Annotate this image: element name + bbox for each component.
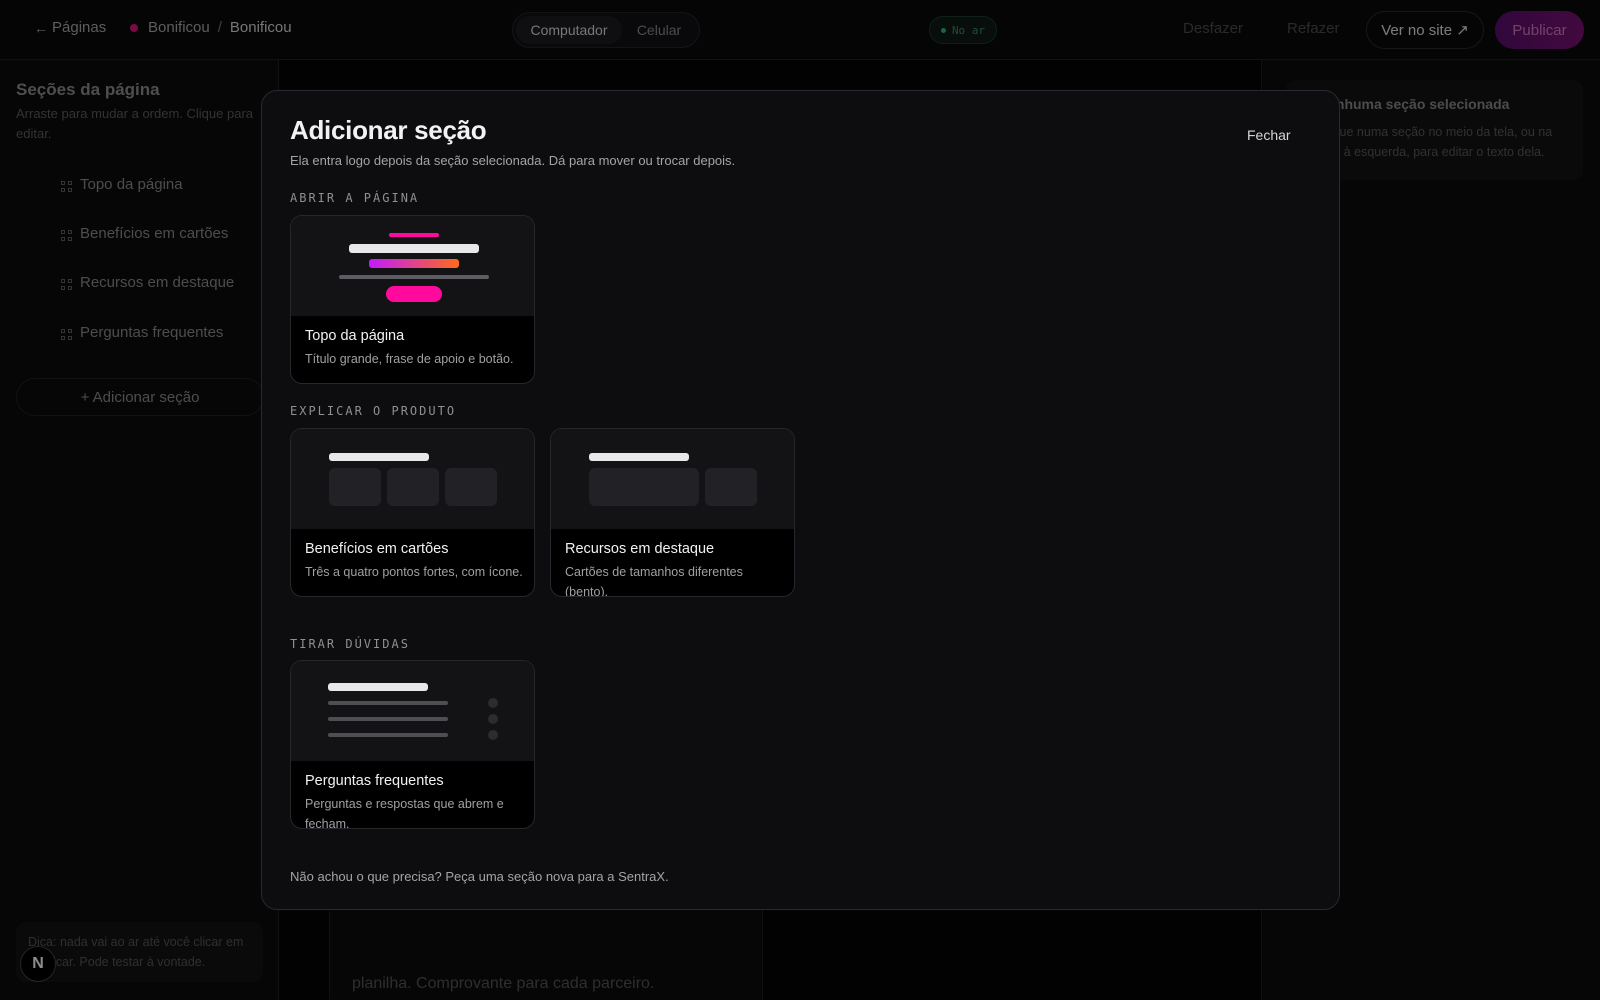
card-name: Perguntas frequentes: [305, 773, 444, 789]
preview-toggle-dot: [488, 714, 498, 724]
features-preview-thumbnail: [551, 429, 794, 529]
preview-cta-button: [386, 286, 442, 302]
group-label-answer-questions: TIRAR DÚVIDAS: [290, 637, 410, 651]
preview-toggle-dot: [488, 730, 498, 740]
card-description: Título grande, frase de apoio e botão.: [305, 352, 514, 366]
preview-title-bar: [589, 453, 689, 461]
add-section-dialog: Adicionar seção Ela entra logo depois da…: [261, 90, 1340, 910]
preview-title-bar: [329, 453, 429, 461]
preview-tile: [445, 468, 497, 506]
dialog-footer-text: Não achou o que precisa? Peça uma seção …: [290, 869, 669, 884]
card-description: Cartões de tamanhos diferentes (bento).: [565, 565, 743, 597]
dialog-title: Adicionar seção: [290, 115, 487, 145]
preview-title-bar: [349, 244, 479, 253]
benefits-preview-thumbnail: [291, 429, 534, 529]
section-card-hero[interactable]: Topo da página Título grande, frase de a…: [290, 215, 535, 384]
card-name: Recursos em destaque: [565, 541, 715, 557]
preview-tile: [387, 468, 439, 506]
faq-preview-thumbnail: [291, 661, 534, 761]
close-button[interactable]: Fechar: [1247, 127, 1291, 143]
group-label-explain-product: EXPLICAR O PRODUTO: [290, 404, 457, 418]
section-card-benefits[interactable]: Benefícios em cartões Três a quatro pont…: [290, 428, 535, 597]
card-name: Topo da página: [305, 328, 405, 344]
hero-preview-thumbnail: [291, 216, 534, 316]
dialog-subtitle: Ela entra logo depois da seção seleciona…: [290, 153, 736, 168]
preview-tile: [705, 468, 757, 506]
preview-question-line: [328, 701, 448, 705]
card-description: Três a quatro pontos fortes, com ícone.: [305, 565, 523, 579]
preview-subtitle-bar: [339, 275, 489, 279]
preview-tile-large: [589, 468, 699, 506]
section-card-features[interactable]: Recursos em destaque Cartões de tamanhos…: [550, 428, 795, 597]
card-name: Benefícios em cartões: [305, 541, 449, 557]
preview-title-bar: [328, 683, 428, 691]
preview-gradient-bar: [369, 259, 459, 268]
preview-question-line: [328, 733, 448, 737]
preview-question-line: [328, 717, 448, 721]
section-card-faq[interactable]: Perguntas frequentes Perguntas e respost…: [290, 660, 535, 829]
preview-tile: [329, 468, 381, 506]
preview-toggle-dot: [488, 698, 498, 708]
preview-eyebrow: [389, 233, 439, 237]
group-label-open-page: ABRIR A PÁGINA: [290, 191, 420, 205]
card-description: Perguntas e respostas que abrem e fecham…: [305, 797, 504, 829]
